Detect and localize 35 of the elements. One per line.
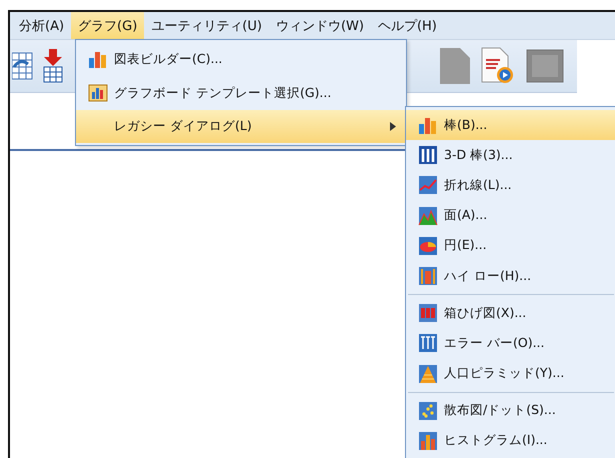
pie-chart-icon	[418, 236, 438, 256]
high-low-chart-icon	[418, 266, 438, 286]
histogram-icon	[418, 430, 438, 451]
bar-chart-icon	[418, 145, 438, 166]
import-table-icon[interactable]	[42, 49, 64, 83]
table-arrow-icon[interactable]	[12, 51, 34, 81]
frame-icon[interactable]	[526, 49, 564, 83]
menu-item[interactable]: エラー バー(O)...	[406, 328, 615, 358]
bar-chart-icon	[418, 115, 438, 136]
chart-board-icon	[88, 83, 108, 103]
menu-item[interactable]: 円(E)...	[406, 230, 615, 261]
area-chart-icon	[418, 206, 438, 226]
menu-item[interactable]: ハイ ロー(H)...	[406, 260, 615, 292]
menu-item[interactable]: 箱ひげ図(X)...	[406, 298, 615, 328]
menu-item[interactable]: ウィンドウ(W)	[268, 12, 371, 39]
menu-item[interactable]: 人口ピラミッド(Y)...	[406, 358, 615, 389]
menu-item[interactable]: 図表ビルダー(C)...	[76, 42, 406, 76]
menu-item[interactable]: ユーティリティ(U)	[144, 12, 269, 39]
error-bar-icon	[418, 333, 438, 354]
bar-chart-icon	[88, 49, 108, 69]
box-plot-icon	[418, 303, 438, 324]
menu-item[interactable]: グラフ(G)	[71, 12, 144, 39]
menu-item[interactable]: 面(A)...	[406, 200, 615, 231]
menu-item[interactable]: 分析(A)	[12, 12, 72, 39]
pyramid-chart-icon	[418, 364, 438, 384]
scatter-plot-icon	[418, 400, 438, 421]
menu-item[interactable]: 3-D 棒(3)...	[406, 140, 615, 170]
menu-item[interactable]: レガシー ダイアログ(L)	[76, 110, 406, 143]
menu-item[interactable]: ヘルプ(H)	[370, 12, 444, 39]
menu-item[interactable]: 棒(B)...	[406, 110, 615, 140]
menu-item[interactable]: ヒストグラム(I)...	[406, 426, 615, 456]
menu-item[interactable]: 散布図/ドット(S)...	[406, 396, 615, 426]
menu-item[interactable]: グラフボード テンプレート選択(G)...	[76, 76, 406, 110]
menu-item[interactable]: 折れ線(L)...	[406, 170, 615, 201]
line-chart-icon	[418, 175, 438, 196]
